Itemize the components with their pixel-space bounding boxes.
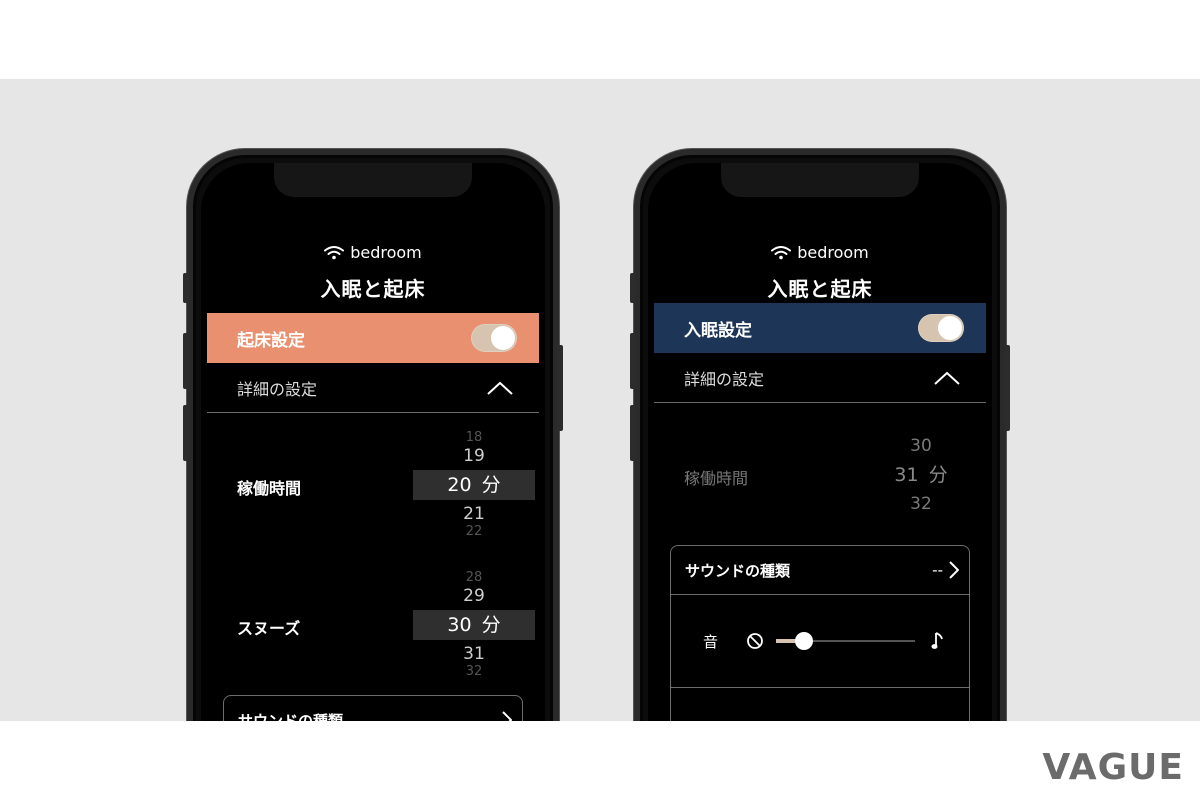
volume-up-button	[630, 333, 636, 389]
snooze-picker[interactable]: 28 29 30 分 31 32	[413, 571, 535, 679]
snooze-label: スヌーズ	[237, 619, 301, 638]
sleep-setting-toggle[interactable]	[918, 314, 964, 342]
picker-selected-value: 20	[447, 474, 472, 496]
picker-value: 29	[463, 586, 485, 606]
picker-selected-value: 31	[894, 464, 919, 486]
wifi-icon	[324, 246, 345, 260]
network-label: bedroom	[350, 243, 422, 262]
sleep-setting-row[interactable]: 入眠設定	[654, 303, 986, 353]
notch	[274, 163, 472, 197]
phone-right: bedroom 入眠と起床 入眠設定 詳細の設定 稼働時間 30 31 分 32	[630, 149, 1010, 721]
picker-selected: 31 分	[860, 460, 982, 490]
music-note-icon[interactable]	[931, 631, 945, 651]
wake-setting-label: 起床設定	[237, 330, 305, 351]
chevron-up-icon[interactable]	[487, 381, 513, 395]
brand-logo: VAGUE	[1042, 747, 1184, 788]
volume-down-button	[183, 405, 189, 461]
sound-settings-card: サウンドの種類 -- 音	[670, 545, 970, 721]
chevron-up-icon[interactable]	[934, 371, 960, 385]
phone-left: bedroom 入眠と起床 起床設定 詳細の設定 稼働時間 18 19 20 分 …	[183, 149, 563, 721]
network-label: bedroom	[797, 243, 869, 262]
operating-time-picker[interactable]: 18 19 20 分 21 22	[413, 431, 535, 539]
picker-selected: 30 分	[413, 610, 535, 640]
sound-type-row[interactable]: サウンドの種類	[224, 696, 522, 721]
picker-value: 28	[465, 571, 483, 585]
operating-time-label: 稼働時間	[684, 469, 749, 488]
network-name: bedroom	[648, 243, 992, 262]
picker-unit: 分	[928, 464, 948, 486]
sound-type-label: サウンドの種類	[238, 711, 344, 722]
page-title: 入眠と起床	[320, 277, 426, 301]
operating-time-label: 稼働時間	[237, 479, 302, 498]
toggle-knob	[938, 316, 962, 340]
sound-type-row[interactable]: サウンドの種類 --	[671, 546, 969, 595]
wifi-icon	[771, 246, 792, 260]
sound-type-card[interactable]: サウンドの種類	[223, 695, 523, 721]
mute-switch	[630, 273, 636, 303]
wake-setting-row[interactable]: 起床設定	[207, 313, 539, 363]
power-button	[1004, 345, 1010, 431]
picker-value: 21	[463, 504, 485, 524]
chevron-right-icon	[949, 561, 959, 579]
picker-unit: 分	[481, 614, 501, 636]
detail-settings-row[interactable]: 詳細の設定	[207, 363, 539, 413]
sleep-setting-label: 入眠設定	[684, 320, 752, 341]
volume-row: 音	[671, 595, 969, 688]
volume-slider-thumb[interactable]	[794, 632, 813, 650]
power-button	[557, 345, 563, 431]
picker-value: 32	[465, 665, 483, 679]
picker-unit: 分	[481, 474, 501, 496]
backdrop: bedroom 入眠と起床 起床設定 詳細の設定 稼働時間 18 19 20 分 …	[0, 79, 1200, 721]
volume-down-button	[630, 405, 636, 461]
picker-selected-value: 30	[447, 614, 472, 636]
sound-type-label: サウンドの種類	[685, 561, 791, 580]
operating-time-picker[interactable]: 30 31 分 32	[860, 435, 982, 515]
volume-slider[interactable]	[776, 632, 915, 650]
detail-settings-row[interactable]: 詳細の設定	[654, 353, 986, 403]
page-title: 入眠と起床	[767, 277, 873, 301]
volume-up-button	[183, 333, 189, 389]
picker-value: 31	[463, 644, 485, 664]
detail-settings-label: 詳細の設定	[237, 379, 318, 399]
sound-type-value: --	[932, 561, 943, 579]
wake-setting-toggle[interactable]	[471, 324, 517, 352]
network-name: bedroom	[201, 243, 545, 262]
mute-icon[interactable]	[746, 632, 764, 650]
picker-value: 22	[465, 525, 483, 539]
chevron-right-icon	[502, 711, 512, 721]
picker-value: 32	[910, 494, 932, 514]
mute-switch	[183, 273, 189, 303]
screen: bedroom 入眠と起床 入眠設定 詳細の設定 稼働時間 30 31 分 32	[648, 163, 992, 721]
screen: bedroom 入眠と起床 起床設定 詳細の設定 稼働時間 18 19 20 分 …	[201, 163, 545, 721]
picker-selected: 20 分	[413, 470, 535, 500]
detail-settings-label: 詳細の設定	[684, 369, 765, 389]
picker-value: 18	[465, 431, 483, 445]
toggle-knob	[491, 326, 515, 350]
picker-value: 30	[910, 436, 932, 456]
notch	[721, 163, 919, 197]
picker-value: 19	[463, 446, 485, 466]
volume-label: 音	[703, 632, 719, 651]
